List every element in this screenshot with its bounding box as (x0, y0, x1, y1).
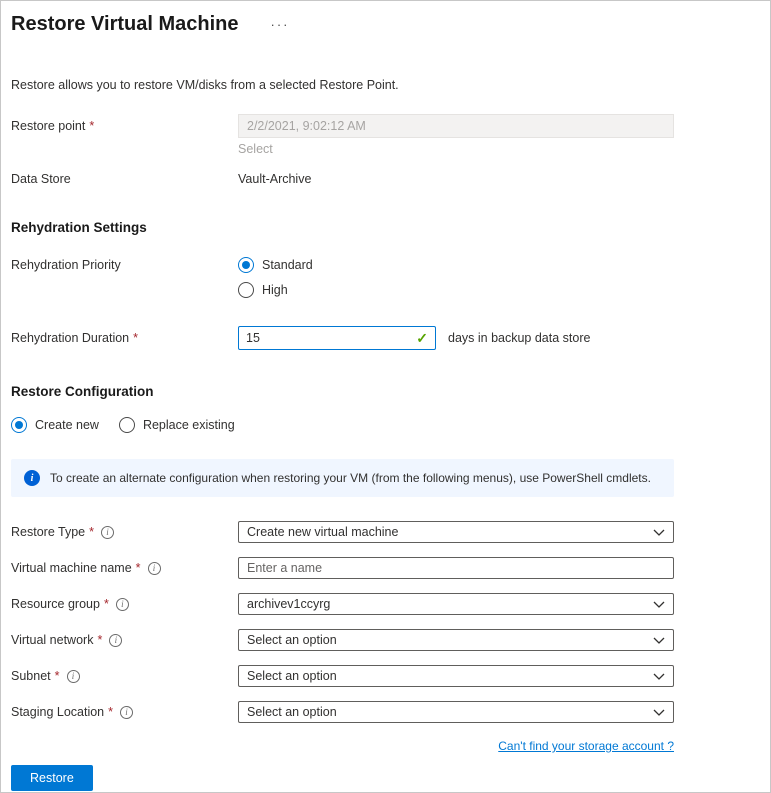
chevron-down-icon (653, 673, 665, 680)
rehydration-duration-input[interactable] (246, 331, 416, 345)
info-tooltip-icon[interactable]: i (148, 562, 161, 575)
priority-option-high[interactable]: High (238, 282, 313, 298)
info-tooltip-icon[interactable]: i (116, 598, 129, 611)
info-tooltip-icon[interactable]: i (101, 526, 114, 539)
subnet-row: Subnet * i Select an option (11, 665, 760, 687)
resource-group-value: archivev1ccyrg (247, 597, 330, 611)
restore-button[interactable]: Restore (11, 765, 93, 791)
config-option-replace-existing[interactable]: Replace existing (119, 417, 235, 433)
restore-point-row: Restore point * 2/2/2021, 9:02:12 AM Sel… (11, 114, 760, 156)
config-option-create-new[interactable]: Create new (11, 417, 99, 433)
priority-option-standard[interactable]: Standard (238, 257, 313, 273)
radio-replace-existing-label: Replace existing (143, 418, 235, 432)
info-banner: i To create an alternate configuration w… (11, 459, 674, 497)
radio-replace-existing-icon[interactable] (119, 417, 135, 433)
radio-standard-label: Standard (262, 258, 313, 272)
chevron-down-icon (653, 709, 665, 716)
valid-check-icon: ✓ (416, 330, 428, 347)
vm-name-row: Virtual machine name * i (11, 557, 760, 579)
radio-standard-icon[interactable] (238, 257, 254, 273)
staging-location-label: Staging Location (11, 705, 104, 719)
vm-name-label: Virtual machine name (11, 561, 132, 575)
data-store-row: Data Store Vault-Archive (11, 172, 760, 186)
chevron-down-icon (653, 637, 665, 644)
radio-high-icon[interactable] (238, 282, 254, 298)
virtual-network-value: Select an option (247, 633, 337, 647)
virtual-network-select[interactable]: Select an option (238, 629, 674, 651)
required-asterisk: * (136, 561, 141, 575)
required-asterisk: * (89, 114, 94, 138)
storage-link-row: Can't find your storage account ? (11, 737, 674, 755)
resource-group-select[interactable]: archivev1ccyrg (238, 593, 674, 615)
required-asterisk: * (108, 705, 113, 719)
rehydration-priority-row: Rehydration Priority Standard High (11, 257, 760, 298)
vm-name-input[interactable] (238, 557, 674, 579)
rehydration-duration-row: Rehydration Duration * ✓ days in backup … (11, 326, 760, 350)
required-asterisk: * (104, 597, 109, 611)
restore-point-value: 2/2/2021, 9:02:12 AM (238, 114, 674, 138)
radio-create-new-icon[interactable] (11, 417, 27, 433)
chevron-down-icon (653, 529, 665, 536)
staging-location-select[interactable]: Select an option (238, 701, 674, 723)
required-asterisk: * (55, 669, 60, 683)
panel-header: Restore Virtual Machine ··· (11, 1, 760, 36)
restore-type-value: Create new virtual machine (247, 525, 398, 539)
required-asterisk: * (133, 331, 138, 345)
duration-suffix: days in backup data store (448, 331, 590, 345)
restore-config-options: Create new Replace existing (11, 417, 760, 433)
info-tooltip-icon[interactable]: i (67, 670, 80, 683)
data-store-value: Vault-Archive (238, 172, 311, 186)
info-icon: i (24, 470, 40, 486)
page-title: Restore Virtual Machine (11, 13, 238, 36)
subnet-label: Subnet (11, 669, 51, 683)
subnet-select[interactable]: Select an option (238, 665, 674, 687)
info-tooltip-icon[interactable]: i (120, 706, 133, 719)
resource-group-row: Resource group * i archivev1ccyrg (11, 593, 760, 615)
restore-form-fields: Restore Type * i Create new virtual mach… (11, 521, 760, 723)
chevron-down-icon (653, 601, 665, 608)
virtual-network-label: Virtual network (11, 633, 93, 647)
subnet-value: Select an option (247, 669, 337, 683)
virtual-network-row: Virtual network * i Select an option (11, 629, 760, 651)
restore-configuration-heading: Restore Configuration (11, 384, 760, 399)
radio-create-new-label: Create new (35, 418, 99, 432)
restore-point-select-link[interactable]: Select (238, 142, 674, 156)
restore-type-row: Restore Type * i Create new virtual mach… (11, 521, 760, 543)
info-banner-text: To create an alternate configuration whe… (50, 471, 651, 485)
duration-input-wrap: ✓ (238, 326, 436, 350)
more-menu-icon[interactable]: ··· (266, 15, 293, 34)
resource-group-label: Resource group (11, 597, 100, 611)
restore-type-label: Restore Type (11, 525, 85, 539)
required-asterisk: * (97, 633, 102, 647)
data-store-label: Data Store (11, 172, 71, 186)
restore-vm-panel: Restore Virtual Machine ··· Restore allo… (0, 0, 771, 793)
staging-location-value: Select an option (247, 705, 337, 719)
rehydration-priority-label: Rehydration Priority (11, 257, 121, 273)
rehydration-settings-heading: Rehydration Settings (11, 220, 760, 235)
restore-type-select[interactable]: Create new virtual machine (238, 521, 674, 543)
required-asterisk: * (89, 525, 94, 539)
intro-text: Restore allows you to restore VM/disks f… (11, 78, 760, 92)
info-tooltip-icon[interactable]: i (109, 634, 122, 647)
radio-high-label: High (262, 283, 288, 297)
storage-account-link[interactable]: Can't find your storage account ? (498, 739, 674, 753)
rehydration-duration-label: Rehydration Duration (11, 331, 129, 345)
restore-point-label: Restore point (11, 114, 85, 138)
staging-location-row: Staging Location * i Select an option (11, 701, 760, 723)
